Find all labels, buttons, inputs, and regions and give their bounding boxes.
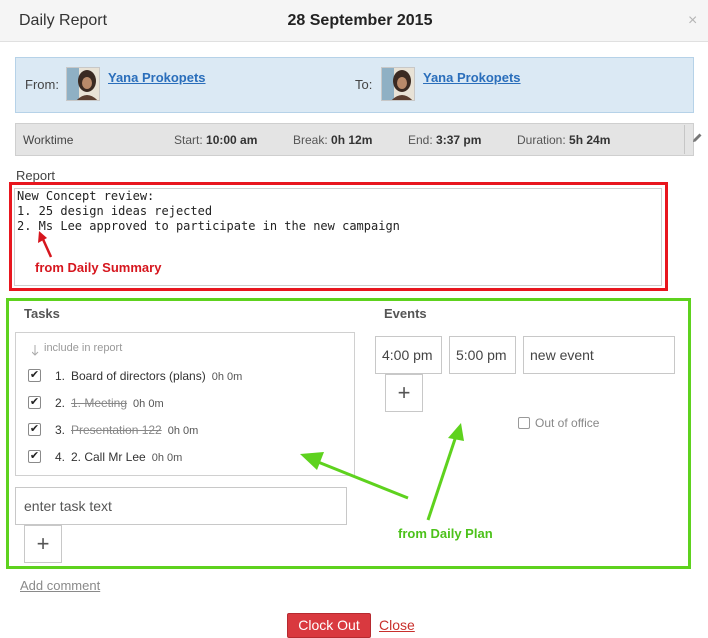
from-person-link[interactable]: Yana Prokopets (108, 70, 206, 85)
task-row: ✔ 1. Board of directors (plans) 0h 0m (28, 368, 348, 386)
worktime-break: Break: 0h 12m (293, 133, 373, 147)
red-arrow-icon (38, 231, 53, 258)
worktime-label: Worktime (23, 133, 74, 147)
task-number: 2. (55, 396, 66, 410)
close-link[interactable]: Close (379, 617, 415, 633)
add-task-button[interactable]: + (24, 525, 62, 563)
plan-annotation: from Daily Plan (398, 526, 493, 541)
task-text: 1. Meeting 0h 0m (71, 396, 164, 410)
task-checkbox[interactable]: ✔ (28, 423, 41, 436)
task-number: 3. (55, 423, 66, 437)
event-name-input[interactable]: new event (523, 336, 675, 374)
task-checkbox[interactable]: ✔ (28, 396, 41, 409)
task-checkbox[interactable]: ✔ (28, 450, 41, 463)
worktime-end: End: 3:37 pm (408, 133, 482, 147)
report-heading: Report (16, 168, 56, 183)
include-in-report-hint: include in report (44, 342, 123, 354)
out-of-office-checkbox[interactable] (518, 417, 530, 429)
task-text: 2. Call Mr Lee 0h 0m (71, 450, 183, 464)
clock-out-button[interactable]: Clock Out (287, 613, 371, 638)
tasks-heading: Tasks (24, 306, 60, 321)
task-checkbox[interactable]: ✔ (28, 369, 41, 382)
to-label: To: (355, 77, 373, 92)
task-text: Presentation 122 0h 0m (71, 423, 199, 437)
close-icon[interactable]: × (688, 12, 697, 30)
worktime-start: Start: 10:00 am (174, 133, 258, 147)
summary-annotation: from Daily Summary (35, 260, 162, 275)
pencil-icon[interactable] (684, 125, 708, 154)
from-avatar (66, 67, 100, 101)
task-row: ✔ 2. 1. Meeting 0h 0m (28, 395, 348, 413)
add-comment-link[interactable]: Add comment (20, 578, 100, 593)
event-start-time[interactable]: 4:00 pm (375, 336, 442, 374)
task-text: Board of directors (plans) 0h 0m (71, 369, 243, 383)
from-label: From: (25, 77, 59, 92)
event-end-time[interactable]: 5:00 pm (449, 336, 516, 374)
task-number: 4. (55, 450, 66, 464)
worktime-duration: Duration: 5h 24m (517, 133, 611, 147)
report-date: 28 September 2015 (287, 12, 433, 29)
out-of-office-label: Out of office (535, 416, 600, 430)
events-heading: Events (384, 306, 427, 321)
corner-arrow-icon (32, 345, 39, 356)
to-person-link[interactable]: Yana Prokopets (423, 70, 521, 85)
to-avatar (381, 67, 415, 101)
add-event-button[interactable]: + (385, 374, 423, 412)
task-number: 1. (55, 369, 66, 383)
green-arrows-icon (300, 423, 464, 521)
